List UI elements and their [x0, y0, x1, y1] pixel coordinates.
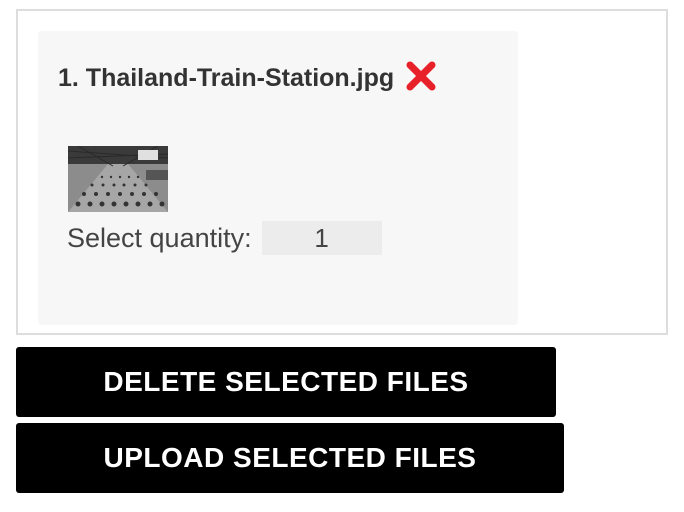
delete-selected-files-button[interactable]: DELETE SELECTED FILES	[16, 347, 556, 417]
quantity-label: Select quantity:	[67, 222, 252, 253]
upload-selected-files-button[interactable]: UPLOAD SELECTED FILES	[16, 423, 564, 493]
file-thumbnail-image	[68, 146, 168, 212]
remove-file-x-icon[interactable]	[404, 59, 438, 93]
file-list-panel: 1. Thailand-Train-Station.jpg Select qua…	[16, 9, 668, 335]
file-name: 1. Thailand-Train-Station.jpg	[58, 63, 395, 92]
file-title-row: 1. Thailand-Train-Station.jpg	[58, 61, 438, 95]
file-item-card: 1. Thailand-Train-Station.jpg Select qua…	[38, 31, 518, 325]
quantity-row: Select quantity:	[67, 221, 382, 255]
quantity-input[interactable]	[261, 221, 382, 255]
